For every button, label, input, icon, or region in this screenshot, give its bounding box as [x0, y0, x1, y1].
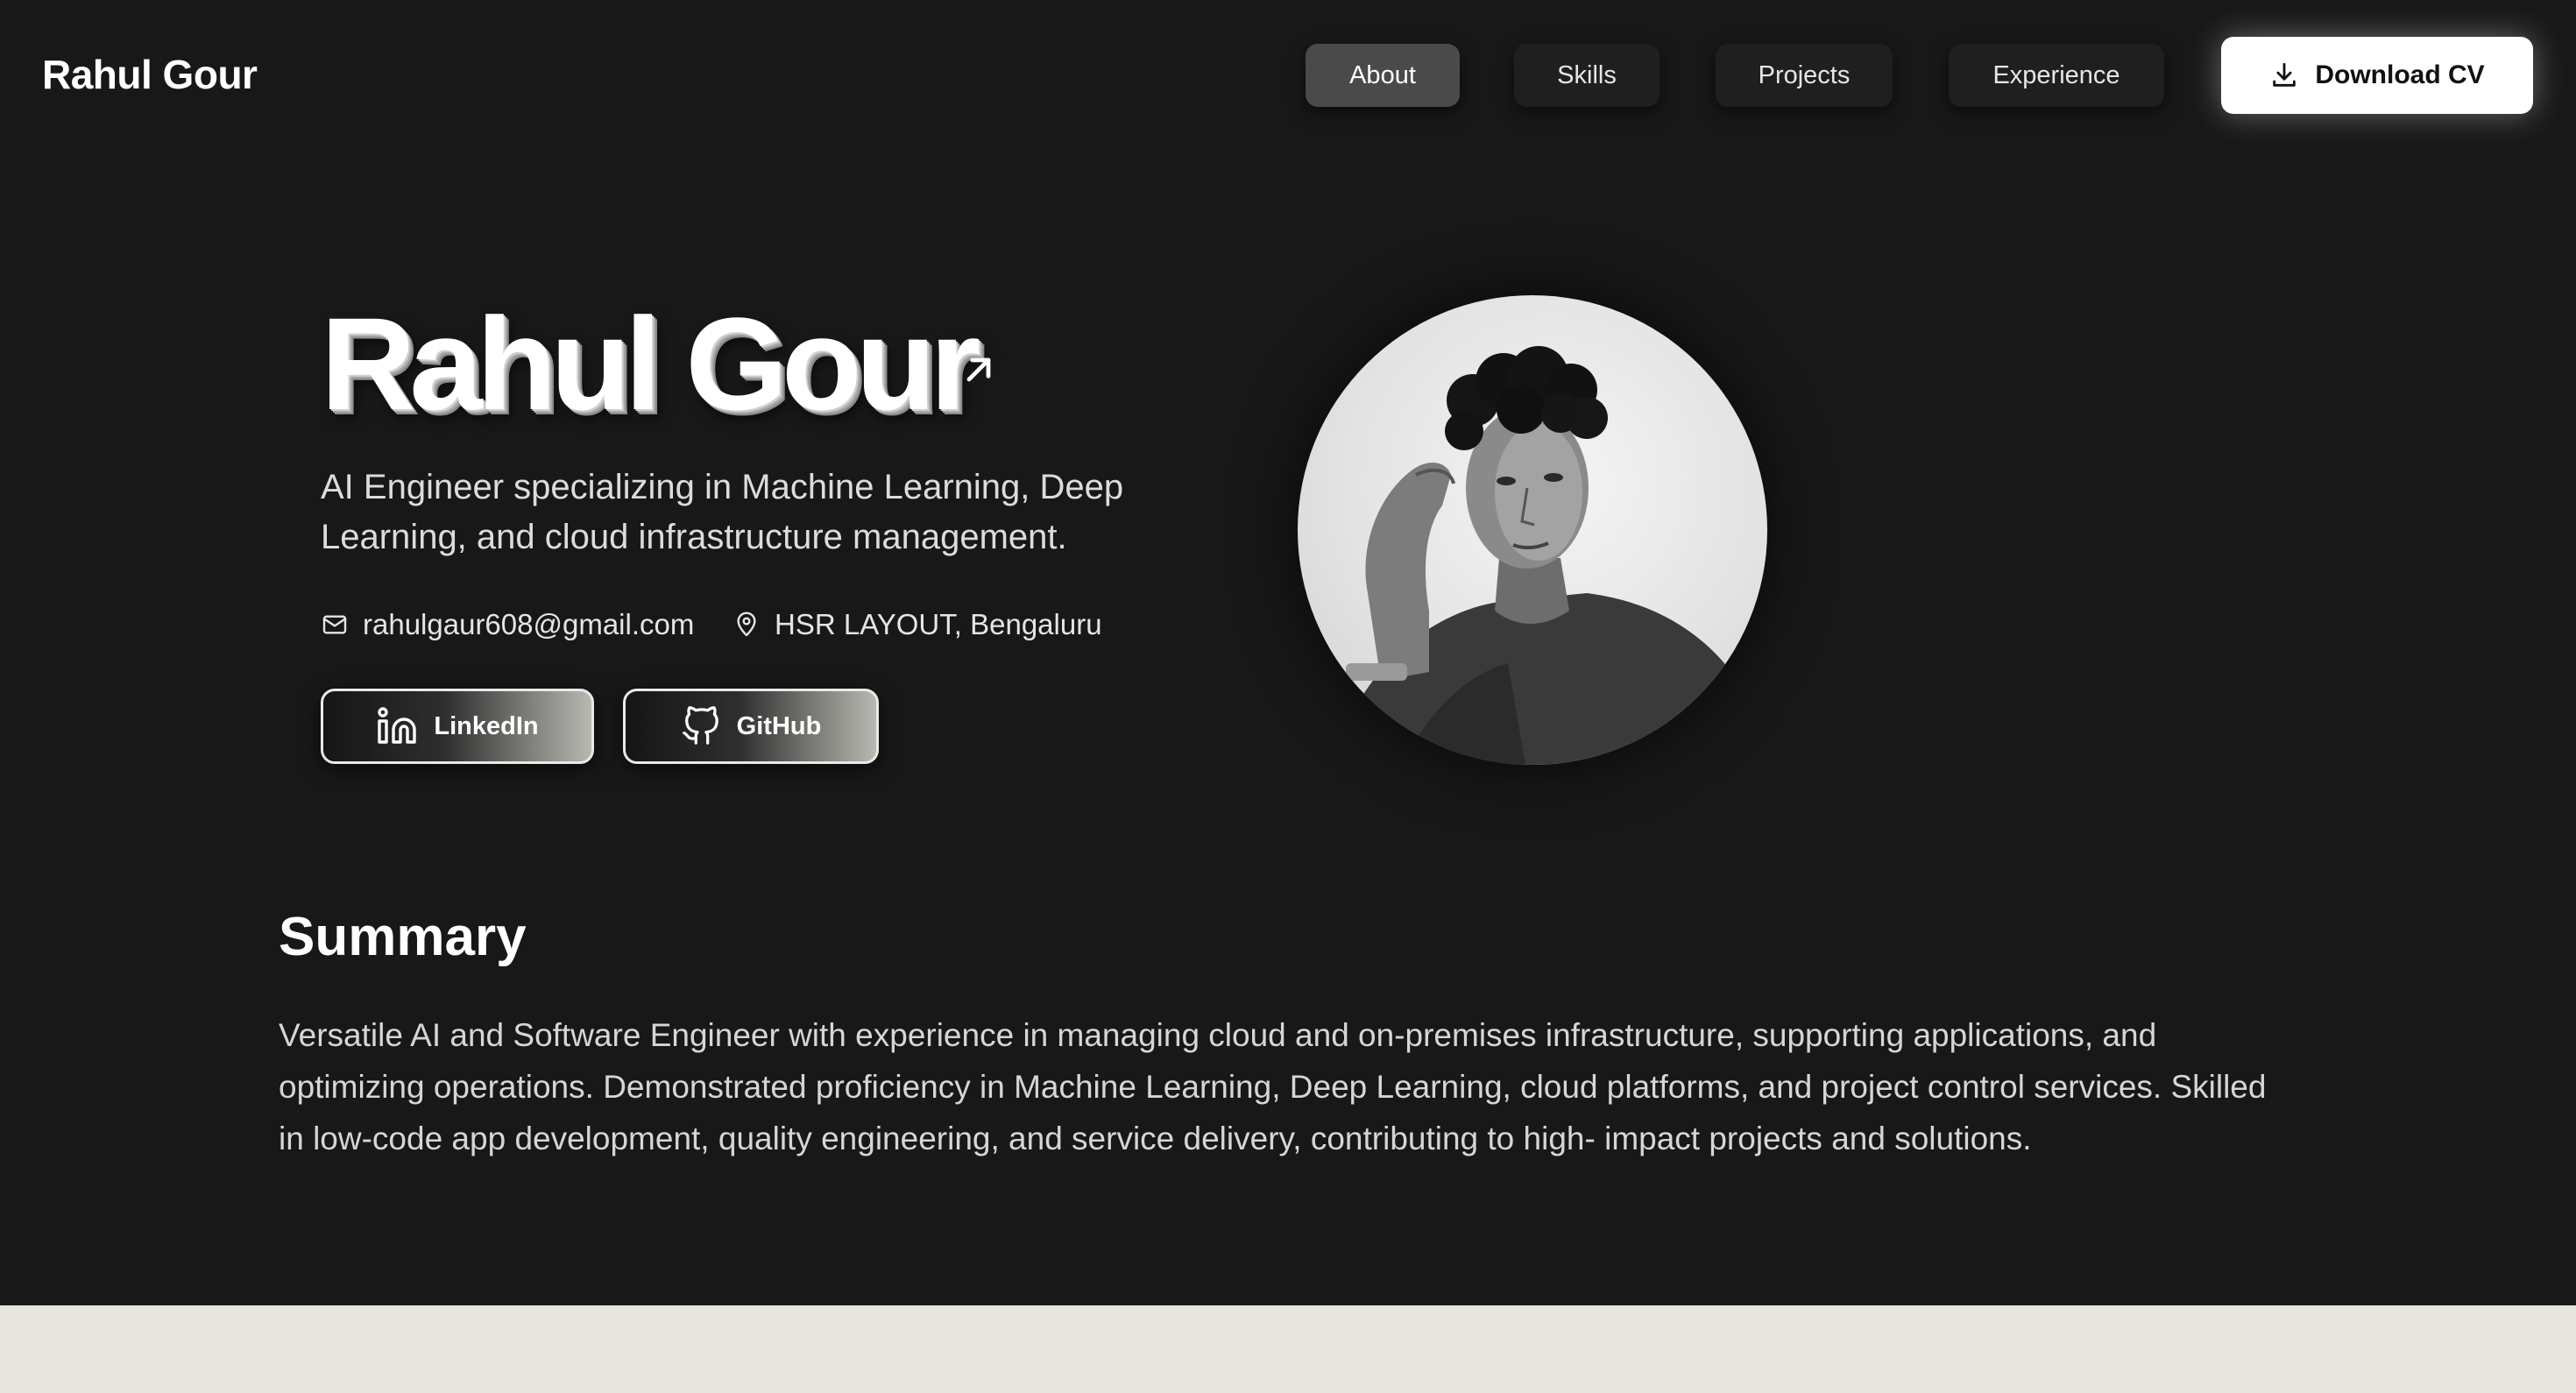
brand-logo[interactable]: Rahul Gour: [42, 49, 258, 100]
hero-name: Rahul Gour: [321, 290, 981, 437]
nav-about[interactable]: About: [1306, 44, 1460, 107]
github-button[interactable]: GitHub: [623, 689, 879, 764]
summary-text: Versatile AI and Software Engineer with …: [279, 1017, 2267, 1156]
download-icon: [2269, 60, 2299, 90]
profile-photo: [1298, 295, 1767, 765]
location-text: HSR LAYOUT, Bengaluru: [775, 608, 1102, 640]
linkedin-icon: [376, 705, 418, 747]
hero-tagline: AI Engineer specializing in Machine Lear…: [321, 468, 1124, 556]
download-cv-label: Download CV: [2315, 60, 2485, 89]
email-text: rahulgaur608@gmail.com: [363, 608, 695, 640]
linkedin-label: LinkedIn: [434, 711, 539, 740]
location-contact: HSR LAYOUT, Bengaluru: [732, 603, 1102, 647]
email-contact[interactable]: rahulgaur608@gmail.com: [321, 603, 694, 647]
summary-title: Summary: [279, 907, 527, 967]
nav-projects[interactable]: Projects: [1716, 44, 1893, 107]
arrow-up-right-icon[interactable]: [959, 350, 998, 389]
download-cv-button[interactable]: Download CV: [2221, 37, 2533, 114]
map-pin-icon: [732, 611, 761, 639]
nav-skills[interactable]: Skills: [1514, 44, 1660, 107]
nav-experience[interactable]: Experience: [1949, 44, 2164, 107]
linkedin-button[interactable]: LinkedIn: [321, 689, 594, 764]
github-icon: [681, 706, 721, 746]
github-label: GitHub: [736, 711, 822, 740]
mail-icon: [321, 611, 349, 639]
